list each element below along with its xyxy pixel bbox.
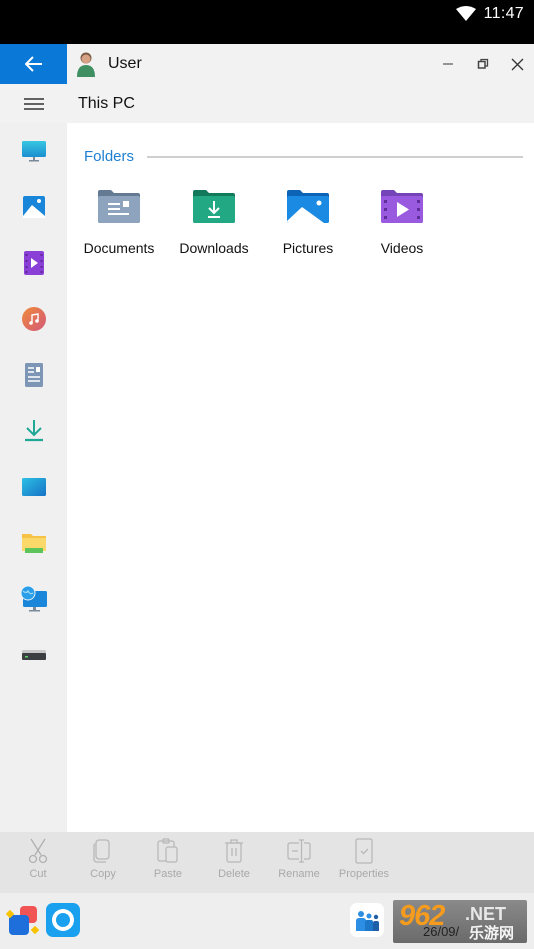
menu-button[interactable] <box>0 84 67 123</box>
copy-button[interactable]: Copy <box>70 838 136 890</box>
close-button[interactable] <box>506 53 528 75</box>
sidebar-item-desktop[interactable] <box>0 462 67 512</box>
downloads-folder-icon <box>193 190 235 223</box>
folder-label: Documents <box>83 240 155 256</box>
sidebar-item-drive[interactable] <box>0 630 67 680</box>
sidebar-item-videos[interactable] <box>0 238 67 288</box>
sidebar-item-documents[interactable] <box>0 350 67 400</box>
videos-folder-icon <box>381 190 423 223</box>
network-icon <box>20 585 47 612</box>
documents-folder-icon <box>98 190 140 223</box>
folder-icon <box>21 534 46 553</box>
command-toolbar: Cut Copy Paste Delete Rename Properties <box>0 832 534 893</box>
minimize-icon <box>443 63 453 65</box>
sidebar-item-music[interactable] <box>0 294 67 344</box>
wifi-icon <box>456 6 476 21</box>
copy-label: Copy <box>90 868 116 880</box>
user-avatar-icon <box>77 52 95 77</box>
drive-icon <box>21 650 46 660</box>
cut-button[interactable]: Cut <box>5 838 71 890</box>
hamburger-icon <box>23 97 44 110</box>
paste-label: Paste <box>153 868 183 880</box>
user-name: User <box>108 55 142 72</box>
properties-button[interactable]: Properties <box>331 838 397 890</box>
folder-label: Downloads <box>179 240 249 256</box>
watermark-cn: 乐游网 <box>469 925 515 942</box>
sidebar-item-file-explorer[interactable] <box>0 518 67 568</box>
video-icon <box>23 251 44 275</box>
folder-pictures[interactable]: Pictures <box>263 183 353 263</box>
monitor-icon <box>21 141 46 162</box>
rename-button[interactable]: Rename <box>266 838 332 890</box>
folder-downloads[interactable]: Downloads <box>169 183 259 263</box>
contacts-app[interactable] <box>350 903 384 937</box>
page-title: This PC <box>78 95 135 112</box>
sidebar-item-network[interactable] <box>0 574 67 624</box>
circle-app-icon[interactable] <box>46 903 80 937</box>
path-bar: This PC <box>0 84 534 123</box>
trash-icon <box>225 839 243 863</box>
watermark-brand: 962 <box>399 900 445 932</box>
sidebar <box>0 123 67 832</box>
rename-label: Rename <box>278 868 320 880</box>
back-button[interactable] <box>0 44 67 84</box>
folder-documents[interactable]: Documents <box>74 183 164 263</box>
sidebar-item-downloads[interactable] <box>0 406 67 456</box>
sidebar-item-this-pc[interactable] <box>0 126 67 176</box>
folder-videos[interactable]: Videos <box>357 183 447 263</box>
delete-label: Delete <box>218 868 250 880</box>
status-time: 11:47 <box>483 5 524 22</box>
desktop-icon <box>21 478 46 496</box>
document-icon <box>24 363 43 387</box>
restore-icon <box>477 58 489 69</box>
rename-icon <box>287 839 311 863</box>
picture-icon <box>22 196 45 218</box>
close-icon <box>511 58 523 70</box>
delete-button[interactable]: Delete <box>201 838 267 890</box>
sidebar-item-pictures[interactable] <box>0 182 67 232</box>
watermark: 26/09/ 962 .NET 乐游网 <box>393 900 527 943</box>
paste-icon <box>157 838 178 863</box>
properties-label: Properties <box>338 868 390 880</box>
minimize-button[interactable] <box>437 53 459 75</box>
scissors-icon <box>28 838 48 864</box>
paste-button[interactable]: Paste <box>135 838 201 890</box>
copy-icon <box>93 839 110 863</box>
content-pane: Folders Documents Downloads Pictures Vid… <box>67 123 534 832</box>
folder-label: Pictures <box>282 240 334 256</box>
cut-label: Cut <box>29 868 47 880</box>
section-divider <box>147 156 523 158</box>
folder-label: Videos <box>380 240 424 256</box>
start-icon[interactable] <box>6 903 40 937</box>
restore-button[interactable] <box>472 53 494 75</box>
section-title-folders: Folders <box>84 148 135 165</box>
pictures-folder-icon <box>287 190 329 223</box>
download-icon <box>24 420 43 442</box>
music-icon <box>21 307 46 331</box>
title-bar: User <box>0 44 534 84</box>
properties-icon <box>355 838 373 864</box>
arrow-left-icon <box>24 56 42 72</box>
status-bar: 11:47 <box>0 0 534 44</box>
people-icon <box>356 911 379 931</box>
